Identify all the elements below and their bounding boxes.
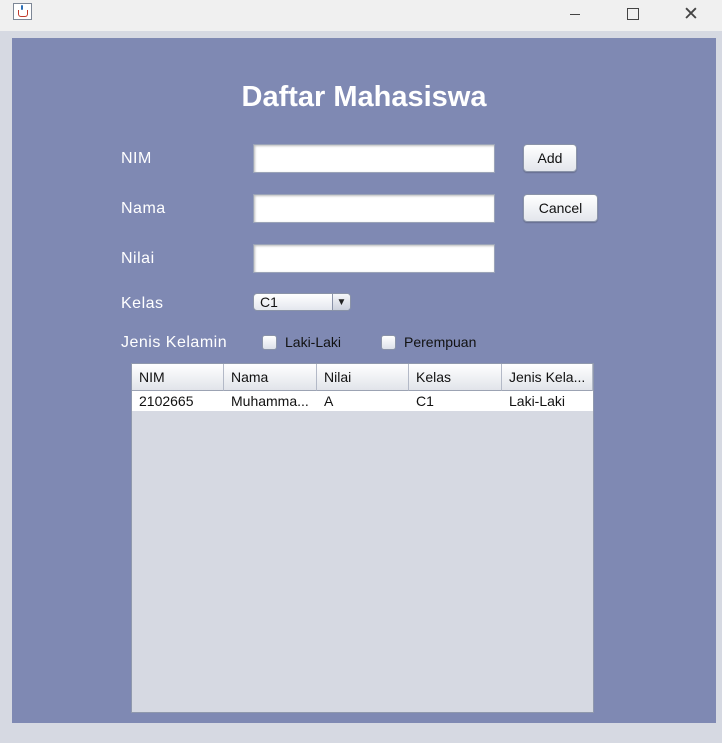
- minimize-button[interactable]: [546, 0, 604, 28]
- chevron-down-icon[interactable]: ▼: [332, 294, 350, 310]
- nilai-field[interactable]: [253, 244, 495, 273]
- female-checkbox[interactable]: Perempuan: [381, 334, 476, 350]
- cell-nim[interactable]: 2102665: [132, 391, 224, 411]
- column-header-nilai[interactable]: Nilai: [317, 364, 409, 391]
- cell-kelas[interactable]: C1: [409, 391, 502, 411]
- close-button[interactable]: ✕: [662, 0, 720, 28]
- column-header-jenis-kelamin[interactable]: Jenis Kela...: [502, 364, 593, 391]
- female-checkbox-label: Perempuan: [404, 334, 477, 350]
- male-checkbox-label: Laki-Laki: [285, 334, 342, 350]
- cell-jenis-kelamin[interactable]: Laki-Laki: [502, 391, 593, 411]
- kelas-selected-value: C1: [260, 294, 278, 310]
- cancel-button[interactable]: Cancel: [523, 194, 598, 222]
- checkbox-icon[interactable]: [262, 334, 277, 350]
- close-icon: ✕: [683, 2, 699, 25]
- cell-nilai[interactable]: A: [317, 391, 409, 411]
- java-cup-icon: [13, 3, 32, 20]
- table-row[interactable]: 2102665 Muhamma... A C1 Laki-Laki: [132, 391, 593, 411]
- add-button[interactable]: Add: [523, 144, 577, 172]
- student-table[interactable]: NIM Nama Nilai Kelas Jenis Kela... 21026…: [131, 363, 594, 713]
- column-header-kelas[interactable]: Kelas: [409, 364, 502, 391]
- window-titlebar: ✕: [0, 0, 722, 31]
- nim-field[interactable]: [253, 144, 495, 173]
- page-title: Daftar Mahasiswa: [241, 81, 487, 113]
- male-checkbox[interactable]: Laki-Laki: [262, 334, 341, 350]
- kelas-label: Kelas: [121, 295, 164, 312]
- maximize-icon: [627, 8, 639, 20]
- nilai-label: Nilai: [121, 250, 155, 267]
- jenis-kelamin-label: Jenis Kelamin: [121, 334, 228, 351]
- checkbox-icon[interactable]: [381, 334, 396, 350]
- nim-label: NIM: [121, 150, 152, 167]
- nama-field[interactable]: [253, 194, 495, 223]
- column-header-nim[interactable]: NIM: [132, 364, 224, 391]
- column-header-nama[interactable]: Nama: [224, 364, 317, 391]
- cell-nama[interactable]: Muhamma...: [224, 391, 317, 411]
- minimize-icon: [570, 13, 580, 15]
- nama-label: Nama: [121, 200, 166, 217]
- table-header: NIM Nama Nilai Kelas Jenis Kela...: [132, 364, 593, 391]
- maximize-button[interactable]: [604, 0, 662, 28]
- kelas-select[interactable]: C1 ▼: [253, 293, 351, 311]
- form-panel: Daftar Mahasiswa NIM Add Nama Cancel Nil…: [12, 38, 716, 723]
